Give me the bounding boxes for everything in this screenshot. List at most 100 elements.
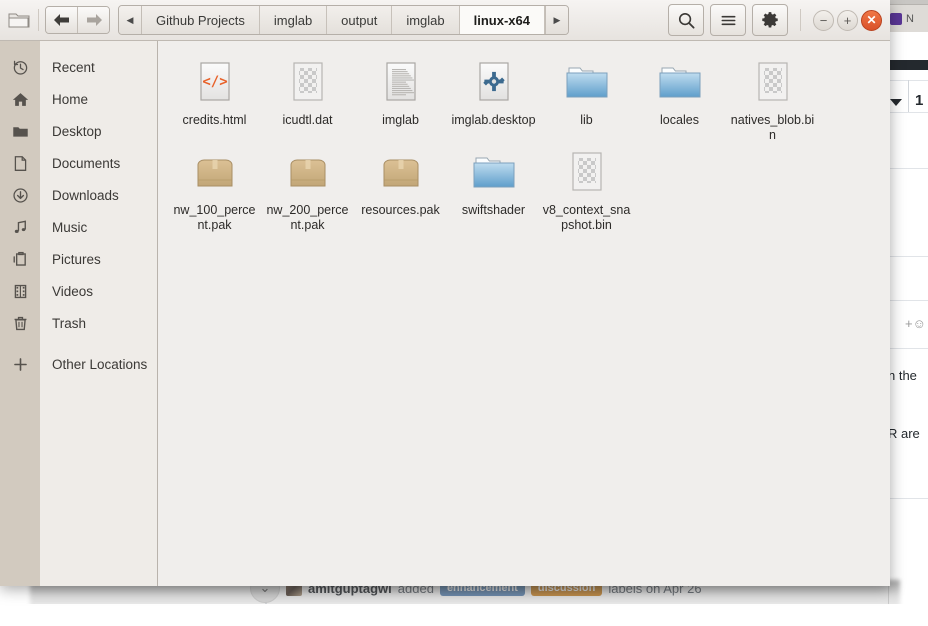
file-name-label: locales <box>660 113 699 127</box>
breadcrumb-scroll-right[interactable]: ▶ <box>544 6 568 34</box>
file-manager-body: Recent Home Desktop Documents Downloads … <box>0 41 890 586</box>
breadcrumb-tab-strip: ◀ Github Projects imglab output imglab l… <box>118 5 569 35</box>
sidebar-list-column: Recent Home Desktop Documents Downloads … <box>40 41 157 586</box>
settings-button[interactable] <box>752 4 788 36</box>
sidebar-item-music[interactable]: Music <box>40 211 157 243</box>
download-icon[interactable] <box>0 179 40 211</box>
file-name-label: lib <box>580 113 593 127</box>
binary-file-icon <box>563 149 611 197</box>
file-name-label: nw_100_percent.pak <box>173 203 256 232</box>
sidebar-icon-column <box>0 41 40 586</box>
html-file-icon: </> <box>199 62 230 101</box>
page-divider <box>888 168 928 169</box>
file-item[interactable]: nw_100_percent.pak <box>168 145 261 233</box>
github-header-bar <box>888 60 928 70</box>
breadcrumb-scroll-left[interactable]: ◀ <box>119 6 142 34</box>
sidebar-item-trash[interactable]: Trash <box>40 307 157 339</box>
gear-icon <box>762 12 778 28</box>
page-divider <box>888 300 928 301</box>
folder-icon[interactable] <box>0 115 40 147</box>
package-file-icon <box>284 149 332 197</box>
file-item[interactable]: lib <box>540 55 633 143</box>
column-divider <box>908 80 909 112</box>
clock-history-icon[interactable] <box>0 51 40 83</box>
file-name-label: credits.html <box>182 113 247 127</box>
desktop-file-icon <box>470 59 518 107</box>
html-file-icon: </> <box>191 59 239 107</box>
menu-button[interactable] <box>710 4 746 36</box>
plus-icon[interactable] <box>0 348 40 380</box>
file-grid: </> credits.html icudtl.dat imglab imglab.de… <box>168 55 880 233</box>
sidebar-item-other-locations[interactable]: Other Locations <box>40 348 157 380</box>
folder-file-icon <box>563 59 611 107</box>
music-note-icon[interactable] <box>0 211 40 243</box>
breadcrumb-tab-github-projects[interactable]: Github Projects <box>142 6 260 34</box>
sidebar-item-downloads[interactable]: Downloads <box>40 179 157 211</box>
file-item[interactable]: nw_200_percent.pak <box>261 145 354 233</box>
breadcrumb-tab-output[interactable]: output <box>327 6 393 34</box>
file-name-label: imglab <box>382 113 419 127</box>
binary-file-icon <box>292 62 323 101</box>
file-name-label: nw_200_percent.pak <box>266 203 349 232</box>
page-text-fragment: R are <box>888 426 920 441</box>
browser-tab-label: N <box>906 13 914 25</box>
file-item[interactable]: </> credits.html <box>168 55 261 143</box>
folder-icon <box>566 67 607 98</box>
maximize-button[interactable]: + <box>837 9 858 31</box>
desktop-entry-icon <box>478 62 509 101</box>
file-item[interactable]: resources.pak <box>354 145 447 233</box>
package-file-icon <box>377 149 425 197</box>
pictures-icon[interactable] <box>0 243 40 275</box>
file-item[interactable]: v8_context_snapshot.bin <box>540 145 633 233</box>
sidebar-item-home[interactable]: Home <box>40 83 157 115</box>
binary-file-icon <box>284 59 332 107</box>
page-text-fragment: n the <box>888 368 917 383</box>
binary-file-icon <box>749 59 797 107</box>
breadcrumb-tab-linux-x64[interactable]: linux-x64 <box>459 6 545 34</box>
breadcrumb-tab-imglab-2[interactable]: imglab <box>392 6 460 34</box>
sidebar-item-documents[interactable]: Documents <box>40 147 157 179</box>
navigation-buttons <box>45 6 110 34</box>
file-name-label: icudtl.dat <box>282 113 333 127</box>
sidebar-item-recent[interactable]: Recent <box>40 51 157 83</box>
folder-icon <box>8 11 30 29</box>
favicon <box>890 13 902 25</box>
file-item[interactable]: icudtl.dat <box>261 55 354 143</box>
chevron-down-icon[interactable] <box>890 99 902 106</box>
file-list-area[interactable]: </> credits.html icudtl.dat imglab imglab.de… <box>158 41 890 586</box>
file-item[interactable]: imglab <box>354 55 447 143</box>
close-button[interactable]: ✕ <box>861 9 882 31</box>
screen-root: N 1 +☺ n the R are ⌄ amitguptagwl added … <box>0 0 928 626</box>
add-reaction-button[interactable]: +☺ <box>905 316 926 331</box>
divider <box>800 9 801 31</box>
page-divider <box>888 256 928 257</box>
forward-button[interactable] <box>77 7 109 33</box>
minimize-button[interactable]: − <box>813 9 834 31</box>
file-name-label: v8_context_snapshot.bin <box>542 203 631 232</box>
file-item[interactable]: locales <box>633 55 726 143</box>
search-button[interactable] <box>668 4 704 36</box>
sidebar-item-pictures[interactable]: Pictures <box>40 243 157 275</box>
breadcrumb-tab-imglab-1[interactable]: imglab <box>259 6 328 34</box>
binary-file-icon <box>757 62 788 101</box>
file-item[interactable]: imglab.desktop <box>447 55 540 143</box>
package-icon <box>290 159 325 187</box>
file-manager-header: ◀ Github Projects imglab output imglab l… <box>0 0 890 41</box>
trash-icon[interactable] <box>0 307 40 339</box>
back-button[interactable] <box>46 7 77 33</box>
file-item[interactable]: natives_blob.bin <box>726 55 819 143</box>
folder-icon <box>473 157 514 188</box>
file-item[interactable]: swiftshader <box>447 145 540 233</box>
package-icon <box>197 159 232 187</box>
home-icon[interactable] <box>0 83 40 115</box>
document-icon[interactable] <box>0 147 40 179</box>
sidebar-item-videos[interactable]: Videos <box>40 275 157 307</box>
binary-file-icon <box>571 152 602 191</box>
sidebar-item-desktop[interactable]: Desktop <box>40 115 157 147</box>
folder-icon <box>659 67 700 98</box>
page-divider <box>888 498 928 499</box>
film-icon[interactable] <box>0 275 40 307</box>
browser-tab[interactable]: N <box>884 4 928 33</box>
